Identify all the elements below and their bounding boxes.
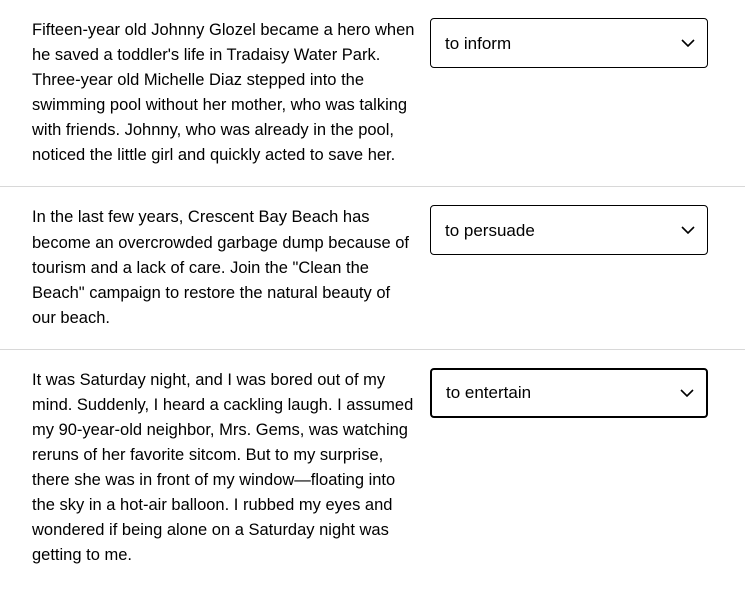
passage-text: In the last few years, Crescent Bay Beac… — [32, 205, 422, 330]
table-row: It was Saturday night, and I was bored o… — [0, 350, 745, 587]
purpose-select-0[interactable]: to inform — [430, 18, 708, 68]
table-row: In the last few years, Crescent Bay Beac… — [0, 187, 745, 349]
passage-text: It was Saturday night, and I was bored o… — [32, 368, 422, 569]
purpose-select-2[interactable]: to entertain — [430, 368, 708, 418]
purpose-table: Fifteen-year old Johnny Glozel became a … — [0, 0, 745, 586]
select-cell: to entertain — [430, 368, 745, 569]
table-row: Fifteen-year old Johnny Glozel became a … — [0, 0, 745, 187]
passage-text: Fifteen-year old Johnny Glozel became a … — [32, 18, 422, 168]
select-cell: to inform — [430, 18, 745, 168]
select-cell: to persuade — [430, 205, 745, 330]
purpose-select-1[interactable]: to persuade — [430, 205, 708, 255]
